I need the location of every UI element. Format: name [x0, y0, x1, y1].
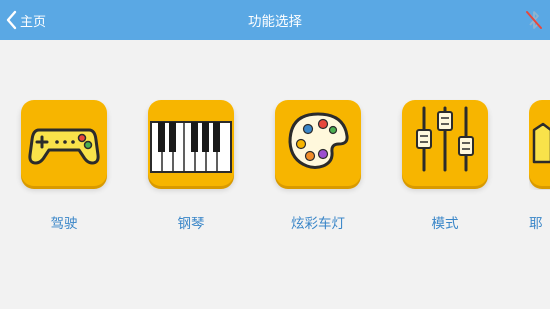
tile-partial[interactable]: [529, 100, 550, 190]
tile-partial-label[interactable]: 耶: [529, 212, 550, 232]
color-palette-icon: [288, 112, 349, 169]
tile-piano[interactable]: [148, 100, 234, 190]
tile-partial-icon-box: [529, 100, 550, 186]
top-bar: 功能选择 主页: [0, 0, 550, 40]
bluetooth-button[interactable]: [524, 9, 544, 31]
tile-lights-label[interactable]: 炫彩车灯: [275, 212, 361, 232]
tile-mode[interactable]: [402, 100, 488, 190]
tile-drive[interactable]: [21, 100, 107, 190]
tile-piano-label[interactable]: 钢琴: [148, 212, 234, 232]
gamepad-icon: [28, 128, 100, 165]
tile-lights[interactable]: [275, 100, 361, 190]
tile-drive-icon-box: [21, 100, 107, 186]
back-label: 主页: [20, 14, 47, 30]
tile-mode-label[interactable]: 模式: [402, 212, 488, 232]
partial-tile-icon: [532, 122, 550, 164]
tile-drive-label[interactable]: 驾驶: [21, 212, 107, 232]
page-title: 功能选择: [248, 14, 302, 30]
tile-lights-icon-box: [275, 100, 361, 186]
sliders-icon: [416, 106, 474, 172]
piano-keys-icon: [150, 121, 232, 173]
tile-mode-icon-box: [402, 100, 488, 186]
tile-piano-icon-box: [148, 100, 234, 186]
chevron-left-icon: [6, 10, 17, 30]
bluetooth-disabled-icon: [526, 11, 542, 29]
back-button[interactable]: 主页: [5, 9, 46, 31]
